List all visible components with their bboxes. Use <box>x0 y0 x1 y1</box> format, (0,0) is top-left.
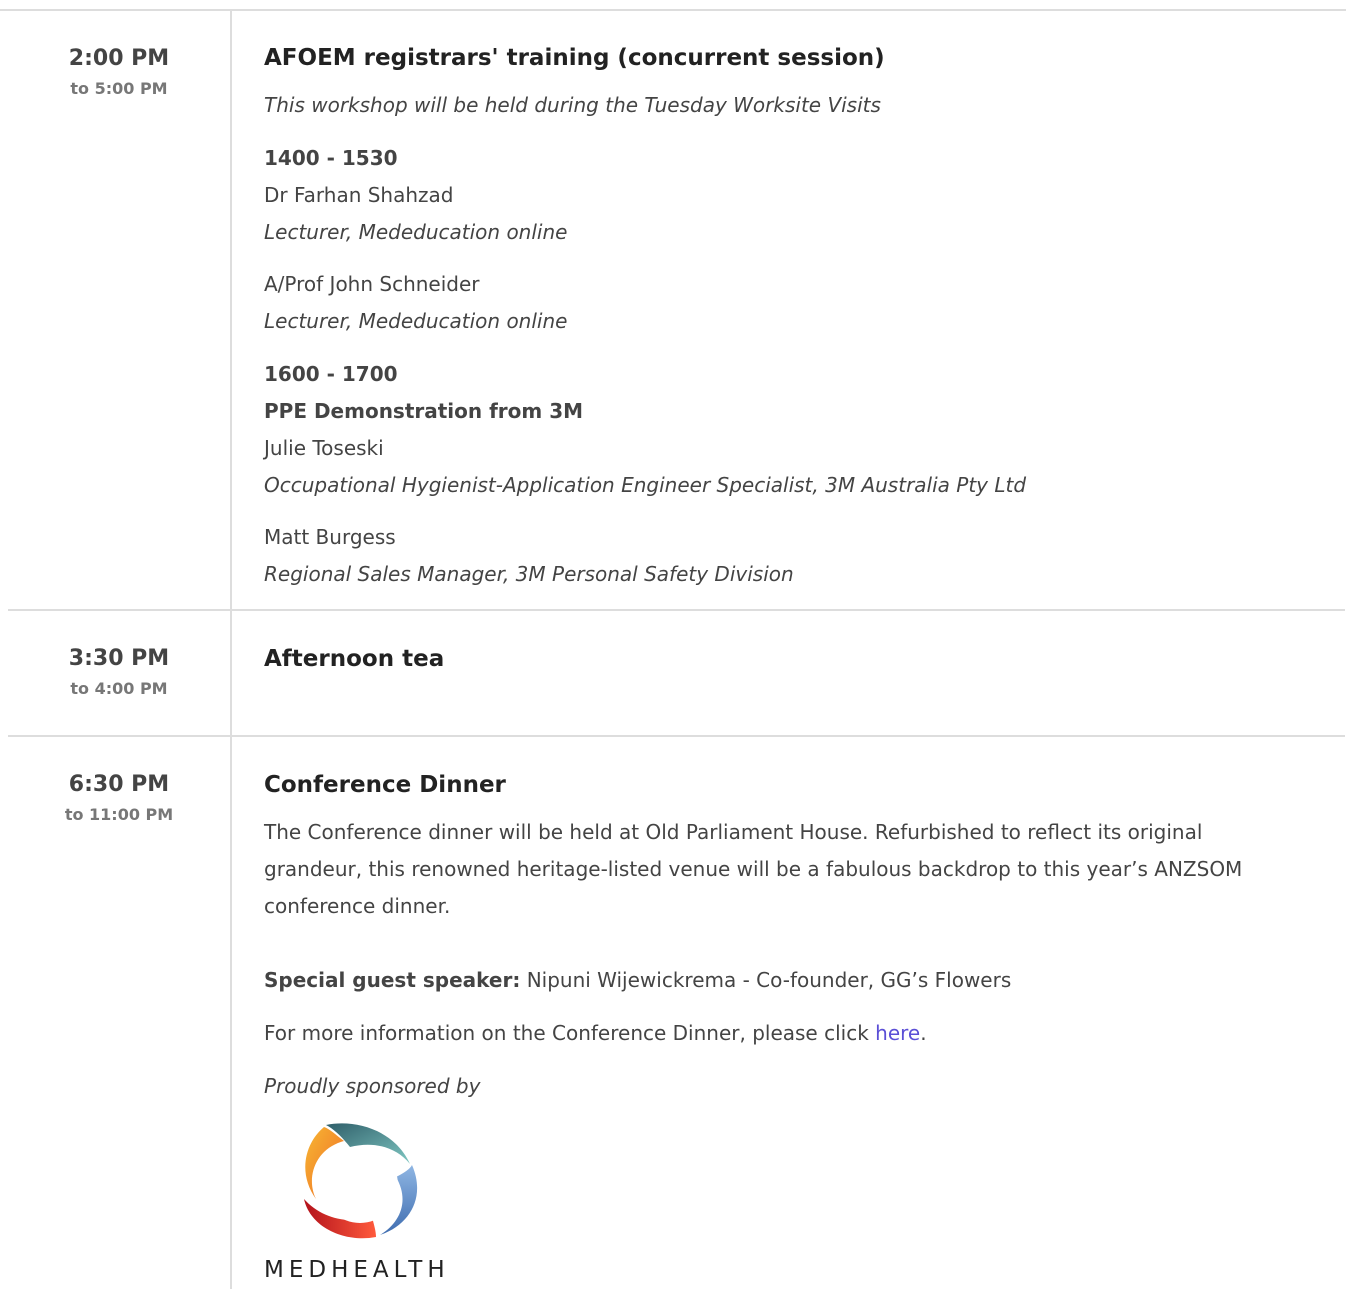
block-subtitle: PPE Demonstration from 3M <box>264 399 584 423</box>
session-title: Afternoon tea <box>264 646 445 672</box>
block-time: 1400 - 1530 <box>264 146 398 170</box>
speaker-role: Occupational Hygienist-Application Engin… <box>264 473 1027 497</box>
speaker-name: Julie Toseski <box>264 436 384 460</box>
time-column: 6:30 PM to 11:00 PM <box>8 737 232 1289</box>
speaker-name: Dr Farhan Shahzad <box>264 183 454 207</box>
end-time: to 5:00 PM <box>70 79 168 98</box>
speaker-name: A/Prof John Schneider <box>264 272 480 296</box>
session-note: This workshop will be held during the Tu… <box>264 93 881 117</box>
session-description: The Conference dinner will be held at Ol… <box>264 820 1243 918</box>
start-time: 6:30 PM <box>68 772 170 797</box>
speaker-role: Lecturer, Mededucation online <box>264 220 568 244</box>
top-divider <box>0 0 1346 11</box>
start-time: 2:00 PM <box>68 46 170 71</box>
guest-speaker-label: Special guest speaker: <box>264 968 521 992</box>
time-column: 3:30 PM to 4:00 PM <box>8 611 232 737</box>
guest-speaker-value: Nipuni Wijewickrema - Co-founder, GG’s F… <box>526 968 1012 992</box>
schedule: 2:00 PM to 5:00 PM AFOEM registrars' tra… <box>0 0 1348 1289</box>
schedule-row: 6:30 PM to 11:00 PM Conference Dinner Th… <box>8 735 1345 1289</box>
more-info: For more information on the Conference D… <box>264 1015 927 1052</box>
more-info-period: . <box>920 1021 927 1045</box>
end-time: to 4:00 PM <box>70 679 168 698</box>
block-time: 1600 - 1700 <box>264 362 398 386</box>
time-column: 2:00 PM to 5:00 PM <box>8 11 232 609</box>
session-title: AFOEM registrars' training (concurrent s… <box>264 45 885 71</box>
schedule-row: 2:00 PM to 5:00 PM AFOEM registrars' tra… <box>8 11 1345 609</box>
guest-speaker: Special guest speaker: Nipuni Wijewickre… <box>264 962 1011 999</box>
more-info-link[interactable]: here <box>875 1021 920 1045</box>
medhealth-logo-text: MEDHEALTH <box>264 1257 450 1283</box>
speaker-role: Regional Sales Manager, 3M Personal Safe… <box>264 562 794 586</box>
session-title: Conference Dinner <box>264 772 506 798</box>
speaker-role: Lecturer, Mededucation online <box>264 309 568 333</box>
schedule-row: 3:30 PM to 4:00 PM Afternoon tea <box>8 609 1345 737</box>
start-time: 3:30 PM <box>68 646 170 671</box>
end-time: to 11:00 PM <box>64 805 174 824</box>
sponsor-text: Proudly sponsored by <box>264 1074 481 1098</box>
medhealth-logo-icon <box>304 1123 418 1239</box>
more-info-text: For more information on the Conference D… <box>264 1021 869 1045</box>
medhealth-logo: MEDHEALTH <box>264 1119 464 1289</box>
speaker-name: Matt Burgess <box>264 525 396 549</box>
